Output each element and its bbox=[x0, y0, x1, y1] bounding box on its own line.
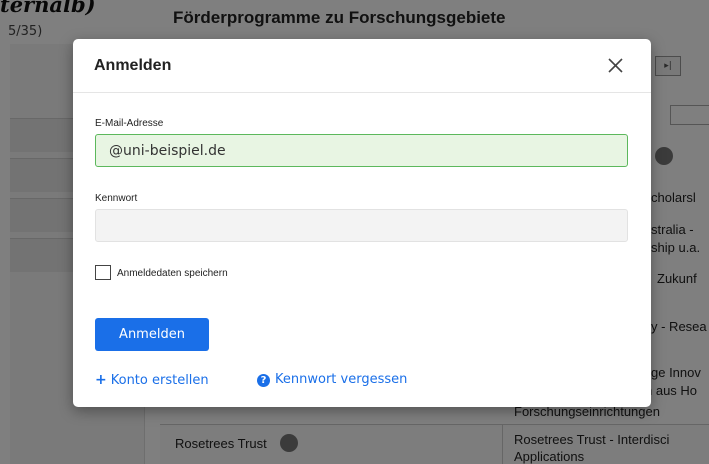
dialog-header: Anmelden bbox=[73, 39, 651, 93]
email-label: E-Mail-Adresse bbox=[95, 118, 164, 129]
remember-label: Anmeldedaten speichern bbox=[117, 268, 228, 279]
create-account-label: Konto erstellen bbox=[110, 373, 209, 388]
login-button[interactable]: Anmelden bbox=[95, 318, 209, 351]
password-label: Kennwort bbox=[95, 193, 138, 204]
question-circle-icon: ? bbox=[257, 374, 270, 387]
forgot-password-label: Kennwort vergessen bbox=[275, 372, 408, 387]
close-icon bbox=[608, 58, 623, 73]
forgot-password-link[interactable]: ? Kennwort vergessen bbox=[257, 372, 407, 387]
email-field[interactable] bbox=[95, 134, 628, 167]
dialog-title: Anmelden bbox=[94, 57, 172, 74]
create-account-link[interactable]: + Konto erstellen bbox=[95, 372, 209, 388]
remember-checkbox[interactable] bbox=[95, 265, 111, 280]
plus-icon: + bbox=[95, 372, 107, 388]
close-button[interactable] bbox=[603, 52, 629, 78]
password-field[interactable] bbox=[95, 209, 628, 242]
login-dialog: Anmelden E-Mail-Adresse Kennwort Anmelde… bbox=[73, 39, 651, 407]
